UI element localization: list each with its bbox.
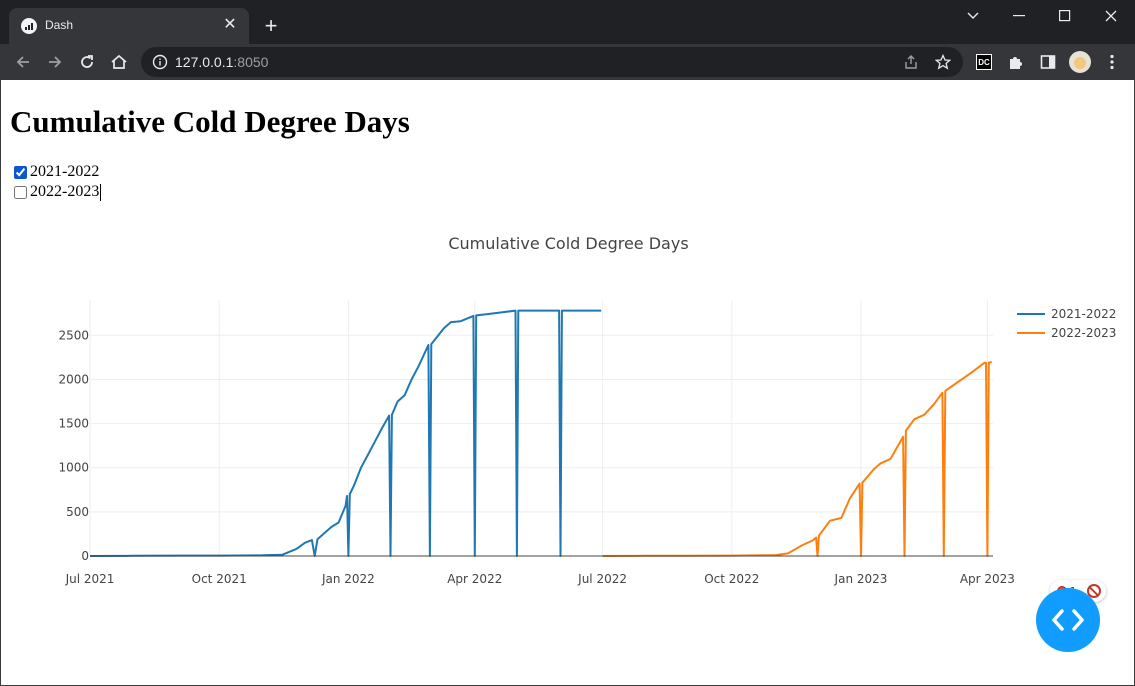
x-tick-label: Oct 2021	[192, 572, 247, 586]
browser-titlebar: Dash ✕ +	[0, 0, 1135, 44]
x-tick-label: Apr 2023	[960, 572, 1015, 586]
address-bar[interactable]: 127.0.0.1:8050	[141, 47, 963, 77]
maximize-button[interactable]	[1042, 0, 1088, 32]
new-tab-button[interactable]: +	[258, 14, 284, 40]
x-tick-label: Oct 2022	[704, 572, 759, 586]
side-panel-icon[interactable]	[1038, 52, 1058, 72]
x-tick-label: Jul 2022	[577, 572, 627, 586]
minimize-button[interactable]	[996, 0, 1042, 32]
line-chart[interactable]: Jul 2021 Oct 2021 Jan 2022 Apr 2022 Jul 2022…	[1, 80, 1134, 686]
chart-series	[89, 309, 992, 557]
legend-label: 2022-2023	[1051, 326, 1116, 340]
dash-devtools-button[interactable]	[1036, 588, 1100, 652]
series-line-2021-2022	[89, 309, 602, 557]
x-tick-label: Jan 2022	[321, 572, 375, 586]
y-tick-label: 1000	[58, 461, 89, 475]
url-port: :8050	[233, 54, 269, 70]
series-line-2022-2023	[602, 360, 992, 557]
url-text: 127.0.0.1:8050	[175, 54, 268, 70]
y-tick-label: 2000	[58, 372, 89, 386]
back-button[interactable]	[9, 48, 37, 76]
x-tick-label: Jan 2023	[834, 572, 888, 586]
site-info-icon[interactable]	[151, 53, 169, 71]
chart-grid	[89, 300, 993, 556]
y-tick-label: 0	[81, 549, 89, 563]
home-button[interactable]	[105, 48, 133, 76]
tab-title: Dash	[45, 18, 74, 32]
x-tick-label: Jul 2021	[65, 572, 115, 586]
tab-search-icon[interactable]	[950, 0, 996, 32]
share-icon[interactable]	[901, 52, 921, 72]
bookmark-star-icon[interactable]	[933, 52, 953, 72]
code-brackets-icon	[1052, 609, 1084, 631]
y-tick-label: 1500	[58, 417, 89, 431]
dash-favicon-icon	[21, 18, 37, 34]
close-window-button[interactable]	[1088, 0, 1134, 32]
menu-kebab-icon[interactable]	[1102, 52, 1122, 72]
legend-label: 2021-2022	[1051, 307, 1116, 321]
x-tick-label: Apr 2022	[447, 572, 502, 586]
extensions-puzzle-icon[interactable]	[1006, 52, 1026, 72]
tab-close-icon[interactable]: ✕	[221, 16, 239, 34]
page-body: Cumulative Cold Degree Days 2021-2022 20…	[0, 80, 1135, 686]
url-host: 127.0.0.1	[175, 54, 234, 70]
browser-tab[interactable]: Dash ✕	[9, 8, 249, 44]
y-tick-label: 500	[66, 505, 89, 519]
chart-axes: Jul 2021 Oct 2021 Jan 2022 Apr 2022 Jul 2022…	[58, 328, 1014, 586]
chart-legend: 2021-2022 2022-2023	[1017, 307, 1116, 340]
dc-extension-icon[interactable]: DC	[974, 52, 994, 72]
forward-button[interactable]	[41, 48, 69, 76]
browser-toolbar: 127.0.0.1:8050 DC	[0, 44, 1135, 80]
y-tick-label: 2500	[58, 328, 89, 342]
reload-button[interactable]	[73, 48, 101, 76]
profile-avatar[interactable]	[1069, 51, 1091, 73]
